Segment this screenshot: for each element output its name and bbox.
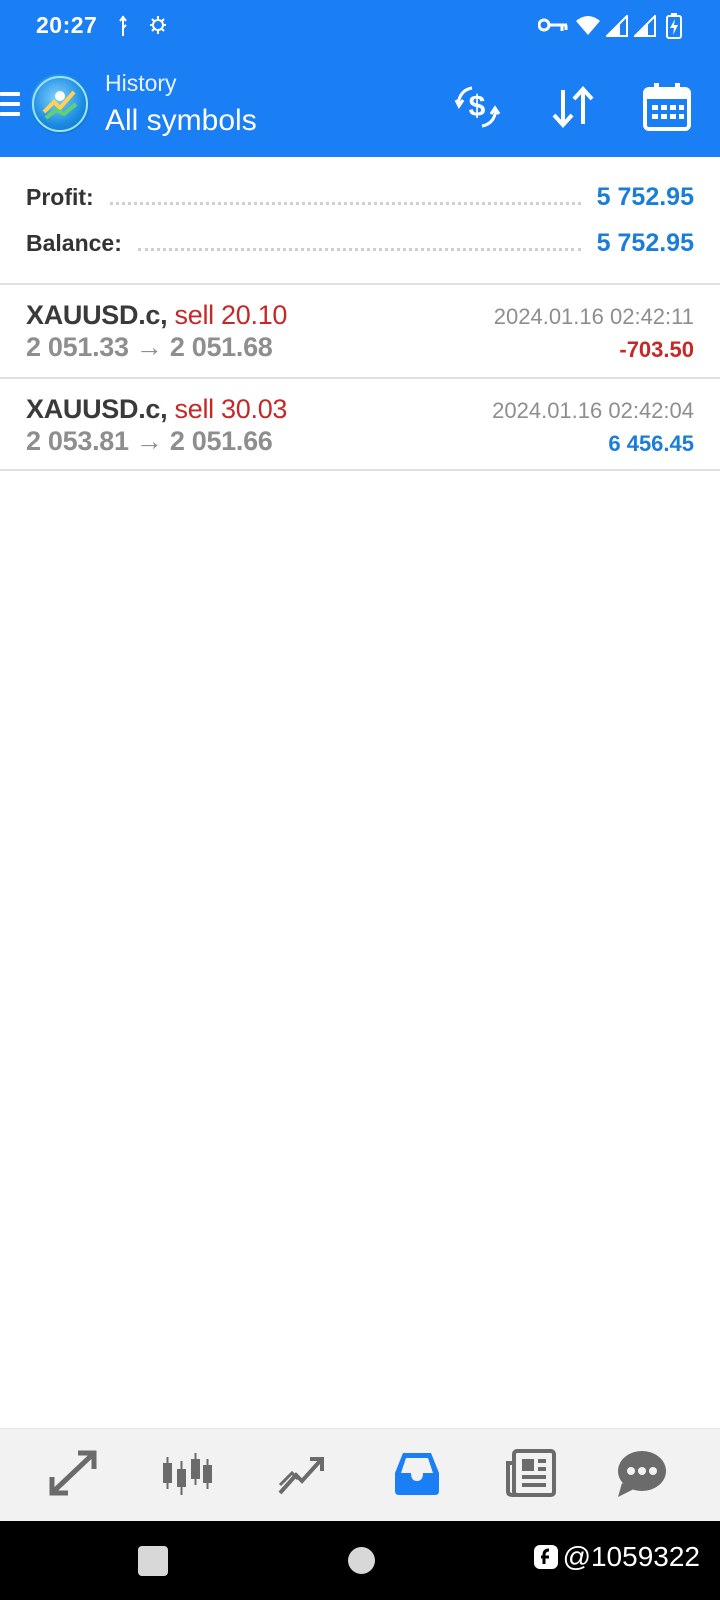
- profit-label: Profit:: [26, 183, 94, 210]
- currency-exchange-icon: $: [454, 86, 501, 128]
- page-title[interactable]: All symbols: [105, 104, 257, 138]
- usb-icon: [119, 15, 127, 36]
- recent-apps-button[interactable]: [138, 1546, 168, 1576]
- nav-trade[interactable]: [272, 1443, 332, 1503]
- sort-icon: [552, 86, 594, 128]
- trade-row[interactable]: XAUUSD.c, sell 30.03 2 053.81 → 2 051.66…: [0, 379, 720, 471]
- app-bar: History All symbols $: [0, 62, 720, 152]
- home-button[interactable]: [348, 1547, 375, 1574]
- news-icon: [506, 1449, 556, 1497]
- key-icon: [538, 18, 568, 32]
- app-logo[interactable]: [30, 74, 90, 134]
- trade-prices: 2 053.81 → 2 051.66: [26, 426, 273, 457]
- nav-chat[interactable]: [612, 1443, 672, 1503]
- trade-time: 2024.01.16 02:42:04: [492, 398, 694, 423]
- chart-icon: [163, 1453, 212, 1495]
- system-nav-bar: @1059322: [0, 1521, 720, 1600]
- sort-button[interactable]: [546, 80, 600, 134]
- balance-value: 5 752.95: [596, 228, 694, 257]
- arrow: →: [135, 332, 163, 362]
- page-subtitle: History: [105, 70, 177, 96]
- trade-symbol-line: XAUUSD.c, sell 20.10: [26, 300, 287, 331]
- nav-chart[interactable]: [157, 1443, 217, 1503]
- trade-icon: [278, 1457, 324, 1495]
- trade-time: 2024.01.16 02:42:11: [493, 304, 694, 329]
- watermark-text: @1059322: [562, 1541, 700, 1572]
- wifi-icon: [576, 16, 600, 35]
- trade-symbol: XAUUSD.c,: [26, 394, 168, 424]
- calendar-icon: [643, 83, 691, 131]
- header: 20:27 History All symbols $: [0, 0, 720, 157]
- trade-row[interactable]: XAUUSD.c, sell 20.10 2 051.33 → 2 051.68…: [0, 285, 720, 377]
- balance-label: Balance:: [26, 229, 122, 256]
- trade-symbol: XAUUSD.c,: [26, 300, 168, 330]
- battery-charging-icon: [666, 13, 682, 39]
- open-price: 2 051.33: [26, 332, 129, 362]
- status-time: 20:27: [36, 12, 98, 38]
- trade-prices: 2 051.33 → 2 051.68: [26, 332, 273, 363]
- trade-profit: 6 456.45: [608, 431, 694, 456]
- balance-row: Balance: 5 752.95: [26, 223, 694, 263]
- signal-icon: [606, 15, 628, 37]
- bottom-navigation: [0, 1428, 720, 1521]
- close-price: 2 051.66: [169, 426, 273, 456]
- profit-row: Profit: 5 752.95: [26, 177, 694, 217]
- nav-quotes[interactable]: [44, 1443, 104, 1503]
- trade-side-volume: sell 30.03: [174, 394, 288, 424]
- trade-profit: -703.50: [619, 337, 694, 362]
- settings-notification-icon: [150, 16, 166, 34]
- open-price: 2 053.81: [26, 426, 129, 456]
- status-bar: 20:27: [0, 0, 720, 52]
- menu-icon[interactable]: [0, 92, 20, 116]
- screen: 20:27 History All symbols $ Profit: 5 75…: [0, 0, 720, 1600]
- trade-symbol-line: XAUUSD.c, sell 30.03: [26, 394, 287, 425]
- signal-icon: [634, 15, 656, 37]
- watermark: @1059322: [533, 1541, 700, 1573]
- trade-side-volume: sell 20.10: [174, 300, 288, 330]
- watermark-logo-icon: [533, 1545, 558, 1569]
- svg-text:$: $: [469, 90, 486, 123]
- quotes-icon: [49, 1450, 97, 1496]
- account-summary: Profit: 5 752.95 Balance: 5 752.95: [0, 157, 720, 285]
- currency-exchange-button[interactable]: $: [450, 80, 504, 134]
- dotted-leader: [137, 247, 581, 251]
- profit-value: 5 752.95: [596, 182, 694, 211]
- close-price: 2 051.68: [169, 332, 273, 362]
- nav-history[interactable]: [387, 1443, 447, 1503]
- calendar-button[interactable]: [640, 80, 694, 134]
- dotted-leader: [109, 201, 581, 205]
- arrow: →: [135, 426, 163, 456]
- chat-icon: [618, 1451, 666, 1497]
- divider: [0, 469, 720, 471]
- history-icon: [395, 1453, 439, 1495]
- nav-news[interactable]: [502, 1443, 562, 1503]
